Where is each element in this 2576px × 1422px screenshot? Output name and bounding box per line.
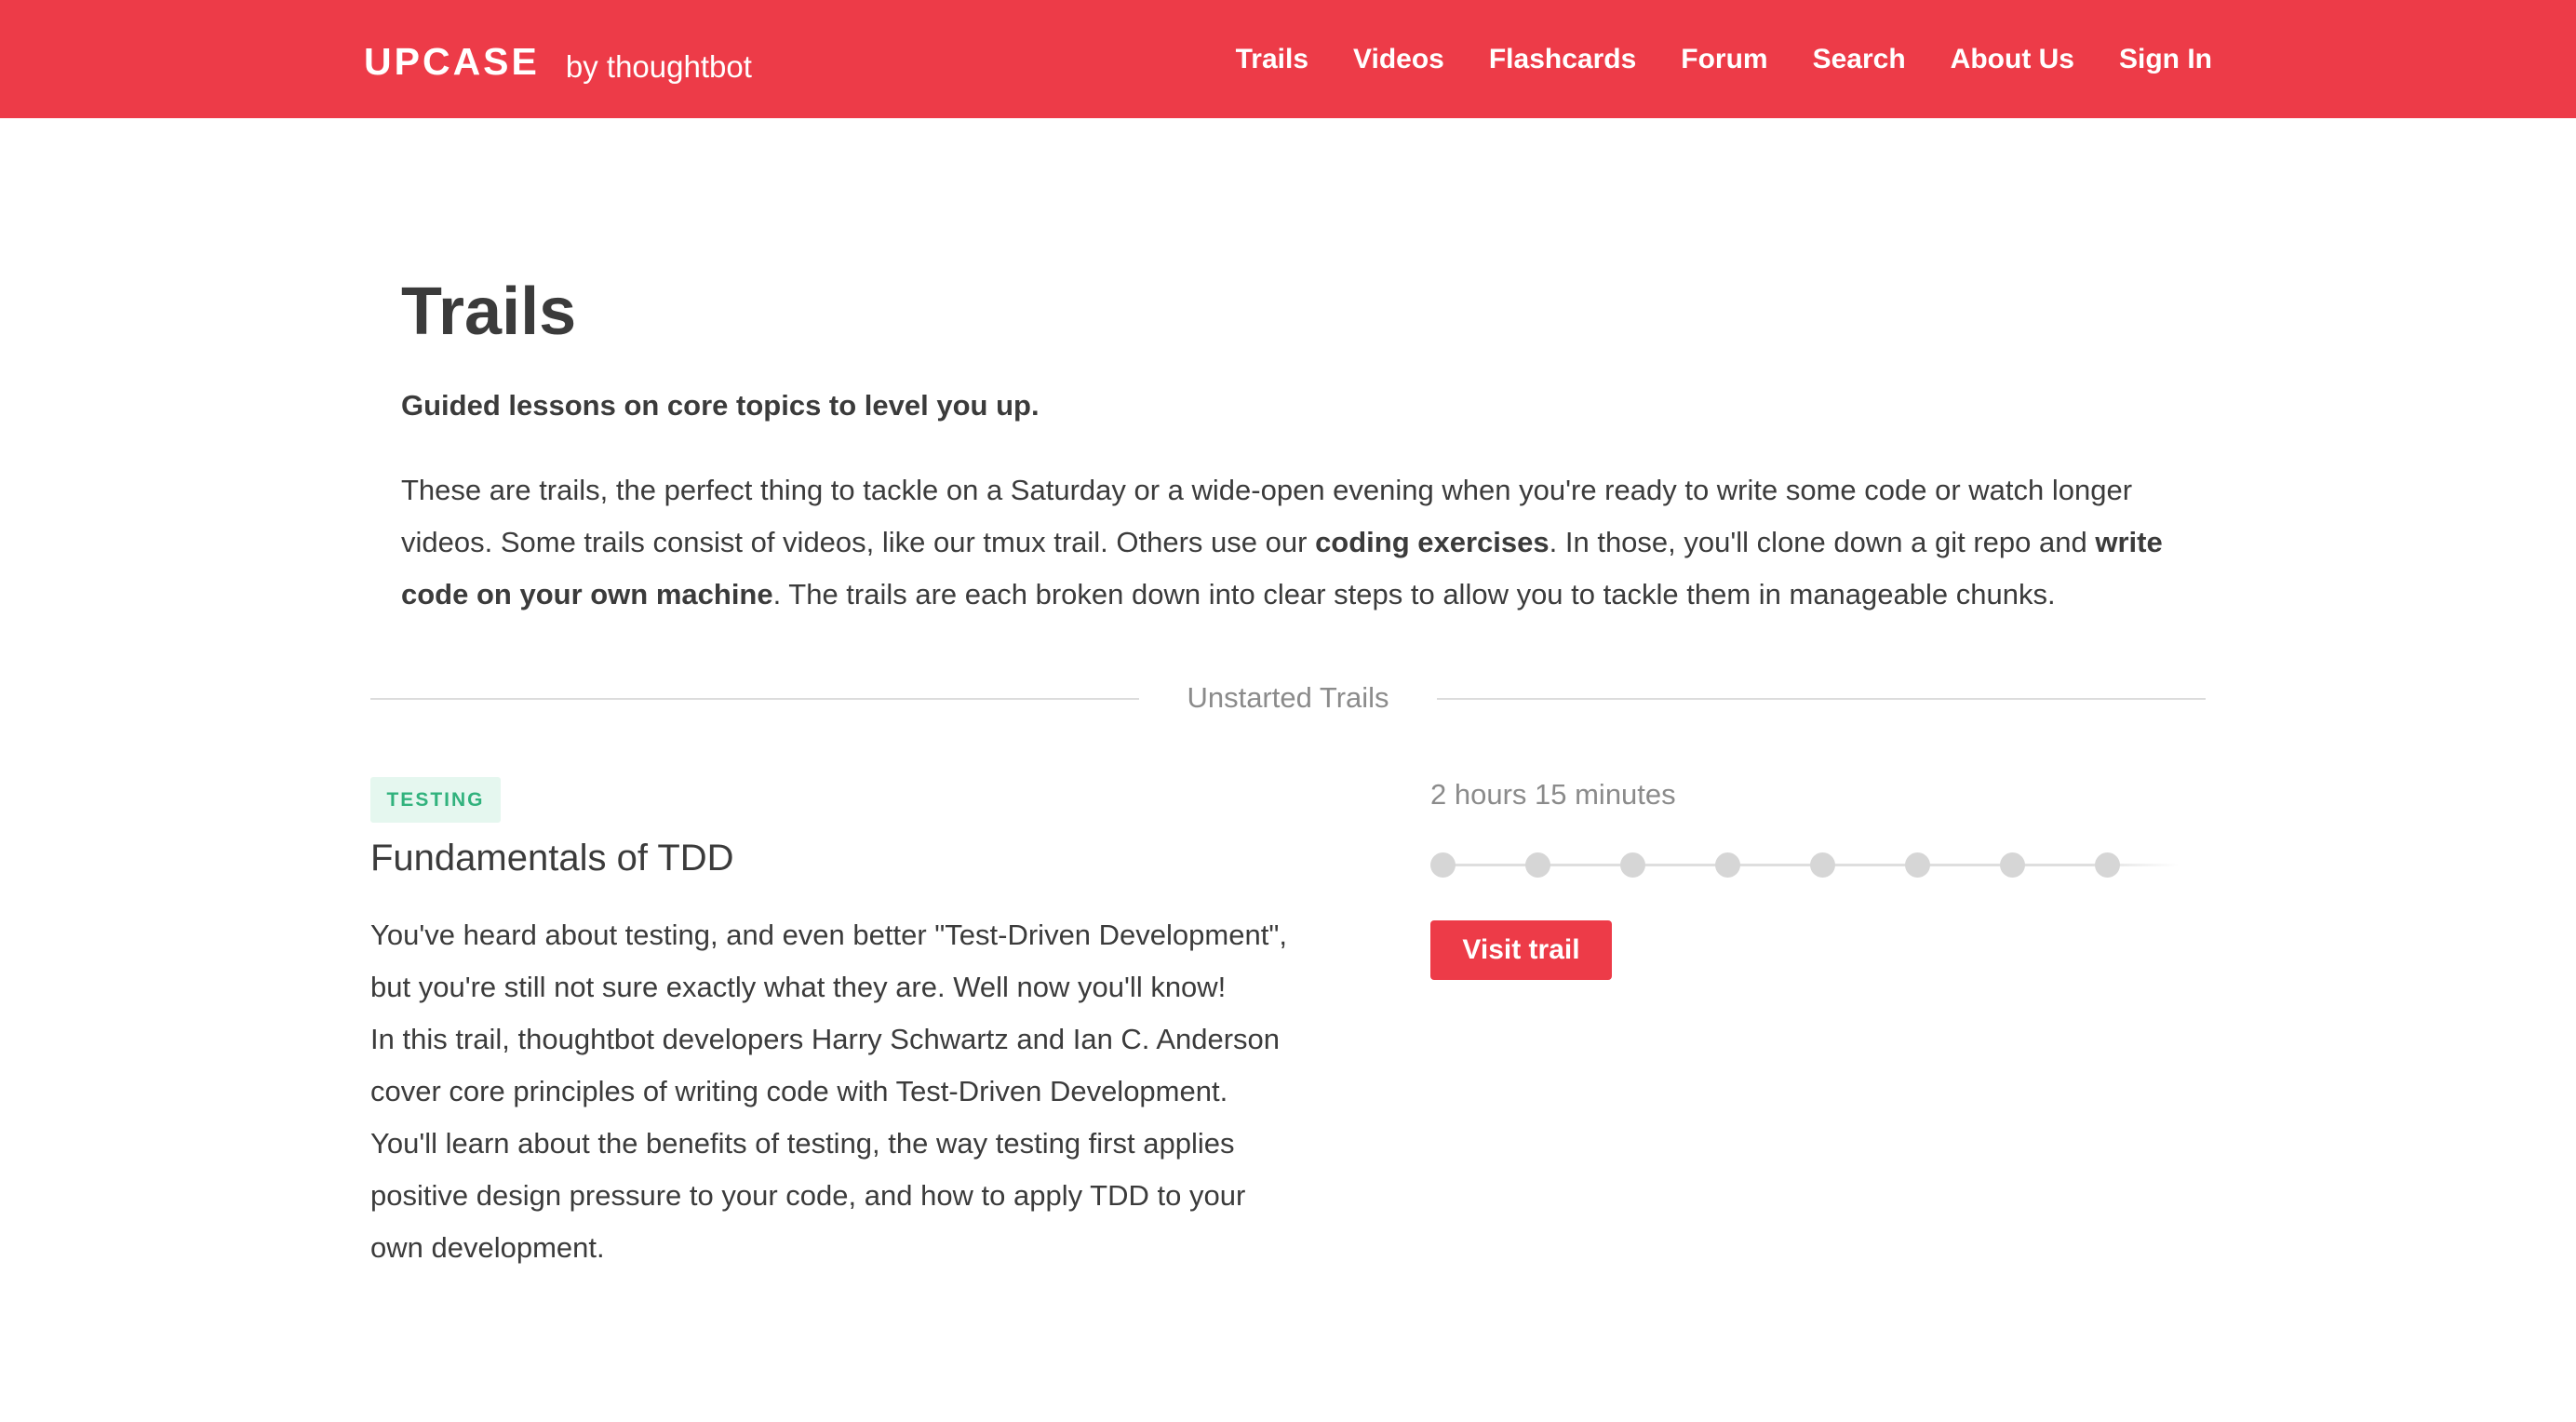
trail-duration: 2 hours 15 minutes — [1430, 778, 1676, 811]
upcase-logo[interactable]: UPCASE by thoughtbot — [364, 35, 752, 84]
step-dot[interactable] — [1525, 852, 1550, 878]
nav-forum[interactable]: Forum — [1681, 44, 1767, 75]
trail-description-intro: You've heard about testing, and even bet… — [370, 919, 1287, 1003]
nav-sign-in[interactable]: Sign In — [2119, 44, 2212, 75]
step-dot[interactable] — [2000, 852, 2025, 878]
intro-bold-coding-exercises: coding exercises — [1315, 526, 1550, 558]
step-dot[interactable] — [1430, 852, 1456, 878]
page-tagline: Guided lessons on core topics to level y… — [401, 389, 1040, 422]
divider-line-right — [1437, 698, 2206, 700]
intro-text-2: . In those, you'll clone down a git repo… — [1549, 526, 2096, 558]
intro-text-3: . The trails are each broken down into c… — [772, 578, 2056, 610]
step-dot[interactable] — [1620, 852, 1645, 878]
nav-about-us[interactable]: About Us — [1951, 44, 2074, 75]
step-dot[interactable] — [1810, 852, 1835, 878]
trail-description: You've heard about testing, and even bet… — [370, 909, 1301, 1274]
trail-title: Fundamentals of TDD — [370, 838, 734, 879]
nav-flashcards[interactable]: Flashcards — [1489, 44, 1636, 75]
main-nav: Trails Videos Flashcards Forum Search Ab… — [1236, 0, 2212, 118]
page-title: Trails — [401, 275, 577, 349]
logo-wordmark: UPCASE — [364, 40, 540, 83]
step-dot[interactable] — [2095, 852, 2120, 878]
top-navigation-bar: UPCASE by thoughtbot Trails Videos Flash… — [0, 0, 2576, 118]
step-dot[interactable] — [1905, 852, 1930, 878]
trail-description-body: In this trail, thoughtbot developers Har… — [370, 1023, 1281, 1264]
trail-step-progress — [1430, 847, 2184, 884]
nav-search[interactable]: Search — [1813, 44, 1906, 75]
topic-badge[interactable]: TESTING — [370, 777, 501, 823]
nav-videos[interactable]: Videos — [1353, 44, 1444, 75]
intro-paragraph: These are trails, the perfect thing to t… — [401, 464, 2197, 621]
step-dot[interactable] — [1715, 852, 1740, 878]
nav-trails[interactable]: Trails — [1236, 44, 1308, 75]
section-divider: Unstarted Trails — [370, 670, 2206, 726]
visit-trail-button[interactable]: Visit trail — [1430, 920, 1612, 980]
logo-byline: by thoughtbot — [565, 49, 752, 84]
